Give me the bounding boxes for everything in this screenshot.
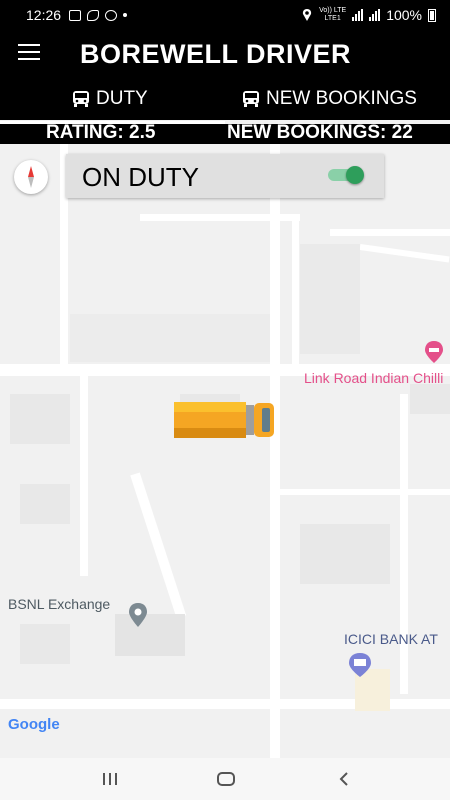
notification-icons bbox=[69, 9, 128, 21]
duty-toggle[interactable] bbox=[328, 166, 364, 184]
toggle-knob bbox=[346, 166, 364, 184]
place-label: ICICI BANK AT bbox=[344, 631, 438, 647]
map-road bbox=[270, 144, 280, 758]
menu-icon[interactable] bbox=[18, 44, 40, 62]
volte-label: Vo)) LTE LTE1 bbox=[319, 7, 346, 23]
back-button[interactable] bbox=[314, 758, 374, 800]
app-title: BOREWELL DRIVER bbox=[80, 39, 352, 69]
location-icon bbox=[302, 9, 312, 21]
map-road bbox=[130, 472, 187, 619]
map-view[interactable]: ON DUTY Link Road Indian Chilli BSNL Exc… bbox=[0, 144, 450, 758]
duty-status-label: ON DUTY bbox=[82, 162, 199, 192]
google-logo: Google bbox=[8, 716, 60, 733]
bus-icon bbox=[73, 91, 89, 107]
lte-text: LTE1 bbox=[324, 15, 341, 22]
tab-duty-label: DUTY bbox=[96, 88, 148, 109]
restaurant-pin-icon bbox=[425, 341, 443, 363]
status-bar: 12:26 Vo)) LTE LTE1 100% bbox=[0, 0, 450, 30]
location-pin-icon bbox=[129, 603, 147, 627]
map-road bbox=[80, 376, 88, 576]
map-building bbox=[115, 614, 185, 656]
new-bookings-count: NEW BOOKINGS: 22 bbox=[227, 122, 413, 143]
compass-button[interactable] bbox=[14, 160, 48, 194]
map-road bbox=[330, 229, 450, 236]
truck-icon bbox=[174, 402, 274, 438]
system-nav-bar bbox=[0, 758, 450, 800]
place-label: BSNL Exchange bbox=[8, 596, 111, 612]
tab-bar: DUTY NEW BOOKINGS bbox=[0, 78, 450, 120]
battery-percent: 100% bbox=[386, 7, 422, 23]
tab-new-bookings[interactable]: NEW BOOKINGS bbox=[242, 78, 417, 120]
map-road bbox=[359, 244, 450, 263]
status-time: 12:26 bbox=[26, 7, 62, 23]
more-notifications-icon bbox=[123, 13, 128, 17]
atm-pin-icon bbox=[349, 653, 371, 677]
link-icon bbox=[105, 9, 118, 21]
map-building bbox=[410, 384, 450, 414]
system-icons: Vo)) LTE LTE1 100% bbox=[301, 0, 436, 30]
map-building bbox=[20, 484, 70, 524]
recent-apps-button[interactable] bbox=[80, 758, 140, 800]
signal-2-icon bbox=[369, 9, 381, 21]
map-building bbox=[70, 314, 270, 362]
app-bar: BOREWELL DRIVER bbox=[0, 30, 450, 78]
bus-icon bbox=[243, 91, 259, 107]
back-icon bbox=[339, 772, 348, 786]
map-road bbox=[400, 394, 408, 694]
map-building bbox=[10, 394, 70, 444]
map-road bbox=[292, 219, 299, 364]
battery-icon bbox=[428, 8, 436, 22]
tab-duty[interactable]: DUTY bbox=[72, 78, 148, 120]
map-building bbox=[300, 244, 360, 354]
stats-bar: RATING: 2.5 NEW BOOKINGS: 22 bbox=[0, 122, 450, 144]
gallery-icon bbox=[69, 9, 82, 21]
rating-text: RATING: 2.5 bbox=[46, 122, 156, 143]
map-road bbox=[280, 489, 450, 495]
map-building bbox=[300, 524, 390, 584]
google-attribution: Google bbox=[8, 716, 60, 733]
map-building bbox=[20, 624, 70, 664]
place-label: Link Road Indian Chilli bbox=[304, 370, 444, 386]
signal-1-icon bbox=[352, 9, 364, 21]
home-icon bbox=[217, 772, 235, 786]
recents-icon bbox=[103, 773, 117, 785]
app-notification-icon bbox=[87, 9, 100, 21]
network-text: Vo)) LTE bbox=[319, 7, 347, 14]
home-button[interactable] bbox=[196, 758, 256, 800]
duty-status-card: ON DUTY bbox=[66, 154, 384, 198]
compass-icon bbox=[28, 166, 34, 188]
tab-new-bookings-label: NEW BOOKINGS bbox=[266, 88, 417, 109]
map-road bbox=[140, 214, 300, 221]
